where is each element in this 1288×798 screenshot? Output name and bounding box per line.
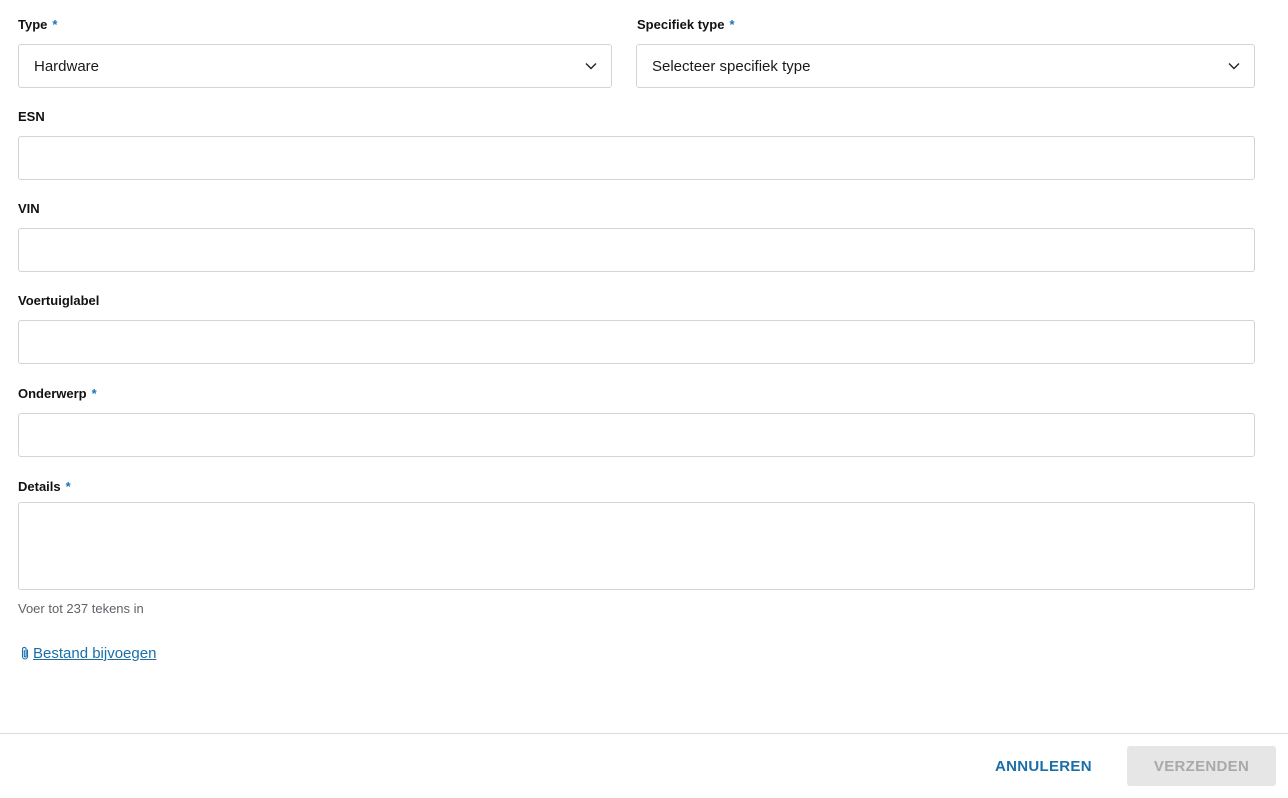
specific-type-select[interactable]: Selecteer specifiek type [636,44,1255,88]
subject-input[interactable] [18,413,1255,457]
esn-label: ESN [18,109,45,124]
type-label: Type * [18,17,57,33]
specific-type-label-text: Specifiek type [637,17,725,32]
submit-button[interactable]: VERZENDEN [1127,746,1276,786]
chevron-down-icon [1227,59,1241,73]
paperclip-icon [19,646,31,662]
details-label: Details * [18,479,71,495]
attach-file-label: Bestand bijvoegen [33,645,157,662]
support-request-form: Type * Hardware Specifiek type * Selecteer… [0,0,1288,798]
chevron-down-icon [584,59,598,73]
specific-type-label: Specifiek type * [637,17,735,33]
esn-input[interactable] [18,136,1255,180]
type-select-value: Hardware [34,57,100,75]
details-required-marker: * [65,479,71,494]
specific-type-select-placeholder: Selecteer specifiek type [652,57,811,75]
vin-label: VIN [18,201,40,216]
type-select[interactable]: Hardware [18,44,612,88]
vin-input[interactable] [18,228,1255,272]
attach-file-link[interactable]: Bestand bijvoegen [19,645,156,662]
details-label-text: Details [18,479,61,494]
subject-label: Onderwerp * [18,386,97,402]
subject-required-marker: * [91,386,97,401]
details-char-hint: Voer tot 237 tekens in [18,601,144,616]
subject-label-text: Onderwerp [18,386,87,401]
specific-type-required-marker: * [729,17,735,32]
footer-divider [0,733,1288,734]
type-required-marker: * [52,17,58,32]
cancel-button[interactable]: ANNULEREN [982,750,1105,782]
details-textarea[interactable] [18,502,1255,590]
type-label-text: Type [18,17,48,32]
vehicle-label-label: Voertuiglabel [18,293,100,308]
vehicle-label-input[interactable] [18,320,1255,364]
